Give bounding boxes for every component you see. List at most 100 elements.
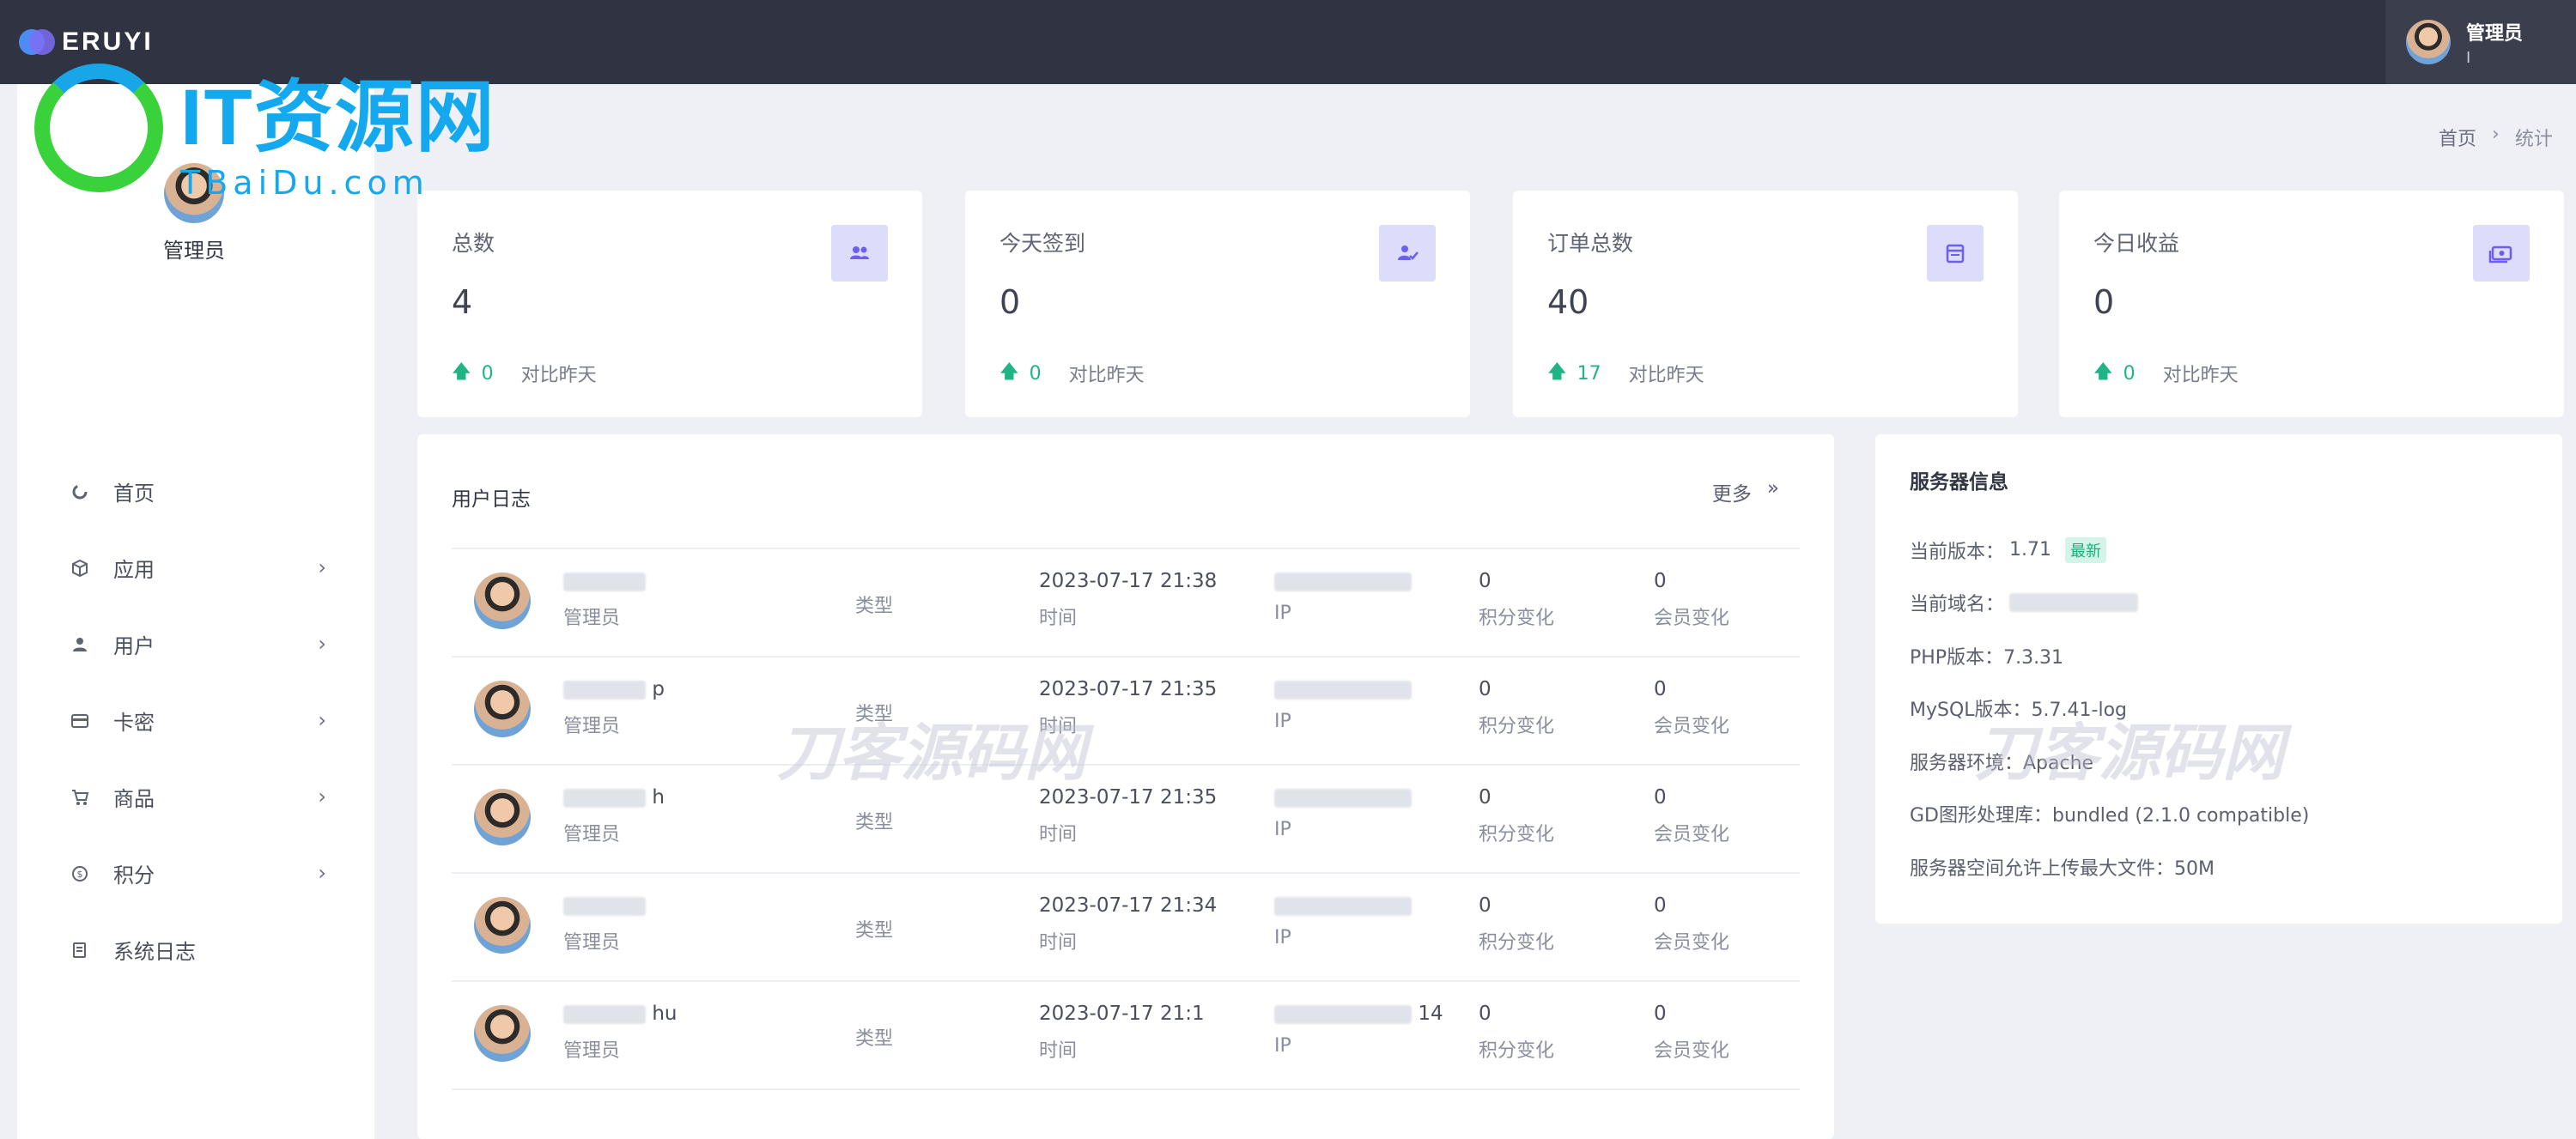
- table-row[interactable]: hu 管理员 类型 2023-07-17 21:1 时间 14 IP 0 积分变化 0 会员变化: [452, 982, 1800, 1090]
- arrow-up-icon: 🡅: [999, 361, 1019, 383]
- member-value: 0: [1654, 894, 1667, 917]
- cart-icon: [70, 788, 89, 807]
- member-cell: 0 会员变化: [1654, 678, 1729, 738]
- member-value: 0: [1654, 570, 1667, 592]
- points-label: 积分变化: [1479, 1040, 1555, 1062]
- sidebar-item-label: 首页: [113, 482, 155, 506]
- table-row[interactable]: 管理员 类型 2023-07-17 21:34 时间 IP 0 积分变化 0 会员变化: [452, 874, 1800, 982]
- points-label: 积分变化: [1479, 824, 1555, 845]
- member-cell: 0 会员变化: [1654, 570, 1729, 630]
- type-label: 类型: [855, 920, 894, 942]
- stat-footer: 🡅 0 对比昨天: [999, 357, 1145, 390]
- ip-redacted: [1274, 680, 1412, 700]
- user-cell: h 管理员: [563, 786, 665, 846]
- ip-label: IP: [1274, 1035, 1291, 1057]
- stat-value: 0: [999, 283, 1021, 321]
- server-version: 当前版本： 1.71 最新: [1910, 524, 2309, 577]
- version-value: 1.71: [2009, 539, 2051, 561]
- type-cell: 类型: [855, 1023, 893, 1051]
- points-value: 0: [1479, 894, 1492, 917]
- chevron-right-icon: ›: [318, 785, 326, 809]
- user-name: h: [652, 786, 665, 809]
- stat-compare: 对比昨天: [1628, 365, 1704, 386]
- ip-redacted: [1274, 1004, 1412, 1024]
- points-label: 积分变化: [1479, 716, 1555, 737]
- member-label: 会员变化: [1654, 1040, 1730, 1062]
- member-label: 会员变化: [1654, 932, 1730, 954]
- money-icon: [2473, 225, 2530, 282]
- sidebar: 管理员 首页 应用 › 用户 › 卡密 › 商品 › $ 积分 › 系统日志: [17, 84, 374, 1139]
- avatar: [474, 789, 531, 845]
- server-info-panel: 服务器信息 当前版本： 1.71 最新 当前域名： PHP版本：7.3.31 M…: [1875, 434, 2562, 924]
- table-row[interactable]: h 管理员 类型 2023-07-17 21:35 时间 IP 0 积分变化 0 会员变化: [452, 766, 1800, 874]
- sidebar-item-system-log[interactable]: 系统日志: [17, 912, 374, 988]
- type-label: 类型: [855, 812, 894, 833]
- ip-label: IP: [1274, 927, 1291, 948]
- log-title: 用户日志: [452, 488, 531, 511]
- brand-name: ERUYI: [62, 27, 154, 56]
- name-redacted: [563, 788, 646, 808]
- sidebar-item-points[interactable]: $ 积分 ›: [17, 835, 374, 912]
- ip-cell: IP: [1274, 894, 1412, 948]
- ip-cell: IP: [1274, 570, 1412, 624]
- type-cell: 类型: [855, 591, 893, 618]
- table-row[interactable]: p 管理员 类型 2023-07-17 21:35 时间 IP 0 积分变化 0 会员变化: [452, 657, 1800, 766]
- type-cell: 类型: [855, 807, 893, 834]
- member-cell: 0 会员变化: [1654, 1003, 1729, 1063]
- name-redacted: [563, 680, 646, 700]
- sidebar-item-users[interactable]: 用户 ›: [17, 606, 374, 682]
- ip-label: IP: [1274, 711, 1291, 732]
- type-cell: 类型: [855, 915, 893, 942]
- avatar: [2406, 20, 2451, 64]
- user-icon: [70, 635, 89, 654]
- watermark-ghost-text: 刀客源码网: [1975, 717, 2285, 789]
- stat-compare: 对比昨天: [1068, 365, 1145, 386]
- stat-card-users: 总数 4 🡅 0 对比昨天: [417, 191, 922, 417]
- server-info-title: 服务器信息: [1910, 471, 2008, 494]
- ip-redacted: [1274, 896, 1412, 916]
- log-more-link[interactable]: 更多 »: [1712, 477, 1779, 506]
- time-value: 2023-07-17 21:1: [1039, 1003, 1205, 1025]
- time-cell: 2023-07-17 21:34 时间: [1039, 894, 1217, 954]
- user-role: 管理员: [563, 1040, 621, 1062]
- sidebar-nav: 首页 应用 › 用户 › 卡密 › 商品 › $ 积分 › 系统日志: [17, 453, 374, 988]
- breadcrumb: 首页 › 统计: [2439, 124, 2553, 151]
- points-cell: 0 积分变化: [1479, 570, 1554, 630]
- user-menu[interactable]: 管理员 I: [2385, 0, 2576, 84]
- points-cell: 0 积分变化: [1479, 1003, 1554, 1063]
- sidebar-item-apps[interactable]: 应用 ›: [17, 530, 374, 606]
- ip-label: IP: [1274, 603, 1291, 624]
- breadcrumb-home[interactable]: 首页: [2439, 124, 2476, 151]
- stat-title: 今日收益: [2093, 231, 2180, 256]
- domain-label: 当前域名：: [1910, 594, 2005, 616]
- stat-value: 0: [2093, 283, 2115, 321]
- arrow-up-icon: 🡅: [452, 361, 471, 383]
- stat-delta: 0: [2123, 362, 2136, 385]
- time-value: 2023-07-17 21:34: [1039, 894, 1218, 917]
- sidebar-item-cards[interactable]: 卡密 ›: [17, 682, 374, 759]
- server-upload: 服务器空间允许上传最大文件：50M: [1910, 857, 2215, 880]
- sidebar-item-products[interactable]: 商品 ›: [17, 759, 374, 835]
- user-name: p: [652, 678, 665, 700]
- status-badge: 最新: [2065, 536, 2106, 563]
- breadcrumb-current: 统计: [2514, 129, 2553, 150]
- stat-delta: 17: [1577, 362, 1601, 385]
- member-label: 会员变化: [1654, 608, 1730, 629]
- user-subtitle: I: [2466, 48, 2471, 67]
- avatar: [474, 681, 531, 737]
- time-label: 时间: [1039, 608, 1078, 629]
- member-value: 0: [1654, 1003, 1667, 1025]
- checkin-icon: [1379, 225, 1436, 282]
- ip-label: IP: [1274, 819, 1291, 840]
- name-redacted: [563, 896, 646, 916]
- stat-value: 4: [452, 283, 473, 321]
- chevron-right-icon: ›: [318, 861, 326, 885]
- table-row[interactable]: 管理员 类型 2023-07-17 21:38 时间 IP 0 积分变化 0 会员变化: [452, 549, 1800, 657]
- more-label: 更多: [1711, 483, 1752, 506]
- sidebar-item-home[interactable]: 首页: [17, 453, 374, 530]
- arrow-up-icon: 🡅: [1547, 361, 1567, 383]
- sidebar-item-label: 积分: [113, 863, 155, 888]
- watermark-ghost-text: 刀客源码网: [777, 717, 1087, 789]
- server-php: PHP版本：7.3.31: [1910, 646, 2064, 669]
- stat-delta: 0: [1029, 362, 1042, 385]
